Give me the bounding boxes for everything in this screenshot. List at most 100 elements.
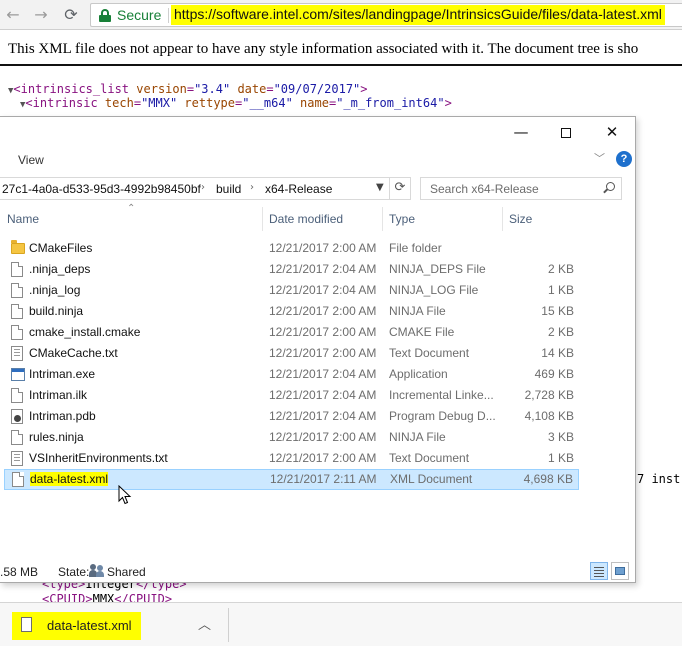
- file-size: 469 KB: [534, 367, 574, 381]
- help-icon[interactable]: ?: [616, 151, 632, 167]
- xml-tag: intrinsic: [32, 96, 98, 110]
- file-size: 4,698 KB: [523, 472, 573, 486]
- application-icon: [11, 368, 25, 381]
- file-date: 12/21/2017 2:04 AM: [269, 409, 377, 423]
- file-type: NINJA File: [389, 430, 446, 444]
- chevron-up-icon[interactable]: ︿: [198, 614, 211, 633]
- search-placeholder: Search x64-Release: [430, 182, 539, 196]
- address-bar[interactable]: Secure https://software.intel.com/sites/…: [90, 3, 682, 27]
- xml-value: "__m64": [242, 96, 293, 110]
- file-type: CMAKE File: [389, 325, 455, 339]
- column-header-type[interactable]: Type: [382, 207, 502, 231]
- file-date: 12/21/2017 2:00 AM: [269, 346, 377, 360]
- file-name: CMakeCache.txt: [29, 346, 118, 360]
- file-size: 15 KB: [541, 304, 574, 318]
- file-row[interactable]: Intriman.pdb 12/21/2017 2:04 AM Program …: [4, 406, 579, 427]
- file-date: 12/21/2017 2:04 AM: [269, 367, 377, 381]
- collapse-triangle-icon[interactable]: ▼: [20, 100, 25, 110]
- file-row[interactable]: CMakeCache.txt 12/21/2017 2:00 AM Text D…: [4, 343, 579, 364]
- file-type: XML Document: [390, 472, 473, 486]
- file-name: CMakeFiles: [29, 241, 93, 255]
- file-type: Text Document: [389, 346, 470, 360]
- folder-icon: [11, 240, 25, 254]
- file-size: 4,108 KB: [524, 409, 574, 423]
- file-row[interactable]: rules.ninja 12/21/2017 2:00 AM NINJA Fil…: [4, 427, 579, 448]
- forward-arrow-icon[interactable]: →: [30, 4, 52, 26]
- file-date: 12/21/2017 2:04 AM: [269, 262, 377, 276]
- status-size: .58 MB: [0, 565, 39, 579]
- breadcrumb-chevron-icon[interactable]: ›: [201, 182, 205, 193]
- file-row[interactable]: CMakeFiles 12/21/2017 2:00 AM File folde…: [4, 238, 579, 259]
- file-row[interactable]: .ninja_log 12/21/2017 2:04 AM NINJA_LOG …: [4, 280, 579, 301]
- xml-attr: name: [300, 96, 329, 110]
- file-name: rules.ninja: [29, 430, 84, 444]
- xml-attr: rettype: [184, 96, 235, 110]
- file-row[interactable]: VSInheritEnvironments.txt 12/21/2017 2:0…: [4, 448, 579, 469]
- large-icons-icon: [615, 567, 625, 575]
- maximize-icon: [561, 127, 571, 138]
- file-row[interactable]: cmake_install.cmake 12/21/2017 2:00 AM C…: [4, 322, 579, 343]
- file-name: build.ninja: [29, 304, 84, 318]
- expand-ribbon-chevron-icon[interactable]: ﹀: [594, 150, 605, 166]
- url-text[interactable]: https://software.intel.com/sites/landing…: [171, 5, 665, 25]
- details-view-button[interactable]: [590, 562, 608, 580]
- xml-line-intrinsic: ▼<intrinsic tech="MMX" rettype="__m64" n…: [20, 96, 452, 110]
- file-name: .ninja_deps: [29, 262, 91, 276]
- download-shelf: data-latest.xml ︿: [0, 602, 682, 646]
- file-type: NINJA_DEPS File: [389, 262, 486, 276]
- file-row[interactable]: Intriman.ilk 12/21/2017 2:04 AM Incremen…: [4, 385, 579, 406]
- minimize-button[interactable]: —: [498, 121, 544, 143]
- close-button[interactable]: ✕: [589, 121, 635, 143]
- explorer-address-bar[interactable]: 27c1-4a0a-d533-95d3-4992b98450bf › build…: [0, 177, 411, 200]
- large-icons-view-button[interactable]: [611, 562, 629, 580]
- file-row[interactable]: Intriman.exe 12/21/2017 2:04 AM Applicat…: [4, 364, 579, 385]
- download-filename: data-latest.xml: [47, 618, 132, 633]
- address-dropdown-icon[interactable]: ▼: [376, 182, 384, 193]
- xml-value: "_m_from_int64": [336, 96, 445, 110]
- download-item[interactable]: data-latest.xml: [12, 612, 141, 640]
- maximize-button[interactable]: [543, 121, 589, 143]
- address-separator: [168, 8, 169, 23]
- search-input[interactable]: Search x64-Release: [420, 177, 622, 200]
- file-type: NINJA_LOG File: [389, 283, 479, 297]
- file-row[interactable]: build.ninja 12/21/2017 2:00 AM NINJA Fil…: [4, 301, 579, 322]
- file-icon: [11, 325, 23, 340]
- file-type: Application: [389, 367, 448, 381]
- column-header-name[interactable]: Name: [0, 207, 262, 231]
- file-name: Intriman.ilk: [29, 388, 88, 402]
- status-state-label: State:: [58, 565, 90, 579]
- file-size: 1 KB: [547, 283, 574, 297]
- file-name: Intriman.pdb: [29, 409, 96, 423]
- shared-users-icon: [89, 564, 105, 578]
- file-date: 12/21/2017 2:04 AM: [269, 388, 377, 402]
- file-row[interactable]: .ninja_deps 12/21/2017 2:04 AM NINJA_DEP…: [4, 259, 579, 280]
- xml-value: "09/07/2017": [273, 82, 361, 96]
- column-header-size[interactable]: Size: [502, 207, 578, 231]
- file-name: .ninja_log: [29, 283, 81, 297]
- file-type: Program Debug D...: [389, 409, 496, 423]
- file-date: 12/21/2017 2:00 AM: [269, 304, 377, 318]
- xml-attr: date: [237, 82, 267, 96]
- breadcrumb-guid-folder[interactable]: 27c1-4a0a-d533-95d3-4992b98450bf: [2, 182, 201, 196]
- back-arrow-icon[interactable]: ←: [2, 4, 24, 26]
- file-date: 12/21/2017 2:00 AM: [269, 325, 377, 339]
- file-date: 12/21/2017 2:11 AM: [270, 472, 377, 486]
- column-header-date[interactable]: Date modified: [262, 207, 382, 231]
- file-date: 12/21/2017 2:00 AM: [269, 241, 377, 255]
- file-icon: [11, 388, 23, 403]
- breadcrumb-chevron-icon[interactable]: ›: [250, 182, 254, 193]
- file-type: NINJA File: [389, 304, 446, 318]
- file-name: data-latest.xml: [30, 472, 109, 486]
- reload-icon[interactable]: ⟳: [60, 4, 82, 26]
- refresh-icon[interactable]: ⟳: [389, 177, 410, 200]
- breadcrumb-build[interactable]: build: [216, 182, 241, 196]
- file-row-selected[interactable]: data-latest.xml 12/21/2017 2:11 AM XML D…: [4, 469, 579, 490]
- file-icon: [11, 304, 23, 319]
- text-document-icon: [11, 346, 23, 361]
- collapse-triangle-icon[interactable]: ▼: [8, 86, 13, 96]
- ribbon-tab-view[interactable]: View: [18, 153, 44, 167]
- file-icon: [12, 472, 24, 487]
- breadcrumb-x64-release[interactable]: x64-Release: [265, 182, 332, 196]
- mouse-cursor-icon: [118, 485, 132, 505]
- file-explorer-window: — ✕ View ﹀ ? 27c1-4a0a-d533-95d3-4992b98…: [0, 116, 636, 583]
